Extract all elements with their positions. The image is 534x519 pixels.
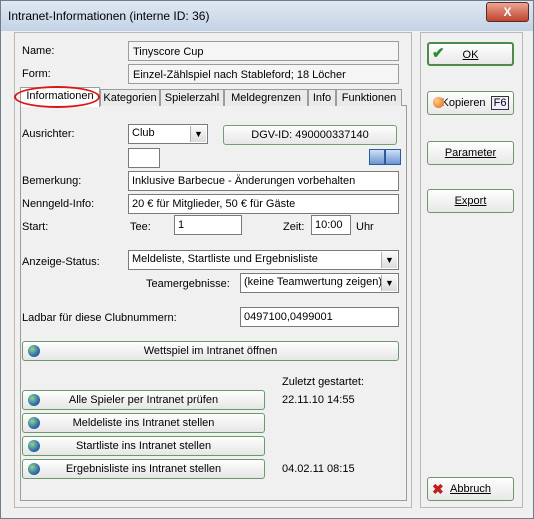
bemerkung-input[interactable]: Inklusive Barbecue - Änderungen vorbehal… xyxy=(128,171,399,191)
action-date: 04.02.11 08:15 xyxy=(282,463,355,475)
name-field: Tinyscore Cup xyxy=(128,41,399,61)
chevron-down-icon: ▼ xyxy=(381,252,397,268)
tab-info[interactable]: Info xyxy=(308,89,336,106)
chevron-down-icon: ▼ xyxy=(381,275,397,291)
name-label: Name: xyxy=(22,45,55,57)
copy-icon xyxy=(433,97,444,108)
globe-icon xyxy=(28,345,40,357)
bemerkung-label: Bemerkung: xyxy=(22,175,82,187)
form-field: Einzel-Zählspiel nach Stableford; 18 Löc… xyxy=(128,64,399,84)
check-players-button[interactable]: Alle Spieler per Intranet prüfen xyxy=(22,390,265,410)
shortcut-badge: F6 xyxy=(490,96,510,110)
abbruch-label: Abbruch xyxy=(450,483,491,495)
team-label: Teamergebnisse: xyxy=(146,278,230,290)
publish-ergebnisliste-button[interactable]: Ergebnisliste ins Intranet stellen xyxy=(22,459,265,479)
ausrichter-label: Ausrichter: xyxy=(22,128,75,140)
publish-startliste-button[interactable]: Startliste ins Intranet stellen xyxy=(22,436,265,456)
chevron-down-icon: ▼ xyxy=(190,126,206,142)
ausrichter-select[interactable]: Club ▼ xyxy=(128,124,208,144)
anzeige-select[interactable]: Meldeliste, Startliste und Ergebnisliste… xyxy=(128,250,399,270)
zuletzt-label: Zuletzt gestartet: xyxy=(282,376,364,388)
globe-icon xyxy=(28,463,40,475)
window-title: Intranet-Informationen (interne ID: 36) xyxy=(8,9,210,23)
team-value: (keine Teamwertung zeigen) xyxy=(244,276,382,288)
tab-informationen[interactable]: Informationen xyxy=(20,87,100,107)
tab-funktionen[interactable]: Funktionen xyxy=(336,89,402,106)
open-in-intranet-button[interactable]: Wettspiel im Intranet öffnen xyxy=(22,341,399,361)
ok-label: OK xyxy=(462,49,479,61)
tab-kategorien[interactable]: Kategorien xyxy=(100,89,160,106)
calendar-icon[interactable] xyxy=(369,149,385,165)
close-icon: X xyxy=(503,5,512,19)
tab-spielerzahl[interactable]: Spielerzahl xyxy=(160,89,224,106)
start-label: Start: xyxy=(22,221,49,233)
anzeige-value: Meldeliste, Startliste und Ergebnisliste xyxy=(132,253,318,265)
club-code-input[interactable] xyxy=(128,148,160,168)
globe-icon xyxy=(28,440,40,452)
ladbar-label: Ladbar für diese Clubnummern: xyxy=(22,312,177,324)
dgv-id-button[interactable]: DGV-ID: 490000337140 xyxy=(223,125,397,145)
globe-icon xyxy=(28,394,40,406)
export-button[interactable]: Export xyxy=(427,189,514,213)
checkmark-icon: ✔ xyxy=(432,45,445,62)
ausrichter-value: Club xyxy=(132,127,155,139)
team-select[interactable]: (keine Teamwertung zeigen) ▼ xyxy=(240,273,399,293)
zeit-label: Zeit: xyxy=(283,221,305,233)
export-label: Export xyxy=(454,195,487,207)
close-icon: ✖ xyxy=(432,481,444,497)
tee-input[interactable]: 1 xyxy=(174,215,242,235)
uhr-label: Uhr xyxy=(356,221,374,233)
nenngeld-label: Nenngeld-Info: xyxy=(22,198,95,210)
publish-meldeliste-button[interactable]: Meldeliste ins Intranet stellen xyxy=(22,413,265,433)
globe-icon xyxy=(28,417,40,429)
ok-button[interactable]: ✔ OK xyxy=(427,42,514,66)
close-button[interactable]: X xyxy=(486,2,529,22)
action-date: 22.11.10 14:55 xyxy=(282,394,355,406)
tee-label: Tee: xyxy=(130,221,151,233)
action-label: Alle Spieler per Intranet prüfen xyxy=(68,394,219,406)
title-bar: Intranet-Informationen (interne ID: 36) … xyxy=(1,1,533,31)
form-label: Form: xyxy=(22,68,51,80)
action-label: Meldeliste ins Intranet stellen xyxy=(72,417,215,429)
action-label: Startliste ins Intranet stellen xyxy=(75,440,212,452)
kopieren-label: Kopieren xyxy=(441,97,486,109)
kopieren-button[interactable]: Kopieren F6 xyxy=(427,91,514,115)
anzeige-label: Anzeige-Status: xyxy=(22,256,100,268)
open-in-intranet-label: Wettspiel im Intranet öffnen xyxy=(143,345,278,357)
parameter-button[interactable]: Parameter xyxy=(427,141,514,165)
tab-meldegrenzen[interactable]: Meldegrenzen xyxy=(224,89,308,106)
parameter-label: Parameter xyxy=(444,147,497,159)
nenngeld-input[interactable]: 20 € für Mitglieder, 50 € für Gäste xyxy=(128,194,399,214)
search-icon[interactable] xyxy=(385,149,401,165)
ladbar-input[interactable]: 0497100,0499001 xyxy=(240,307,399,327)
zeit-input[interactable]: 10:00 xyxy=(311,215,351,235)
action-label: Ergebnisliste ins Intranet stellen xyxy=(65,463,222,475)
abbruch-button[interactable]: ✖ Abbruch xyxy=(427,477,514,501)
